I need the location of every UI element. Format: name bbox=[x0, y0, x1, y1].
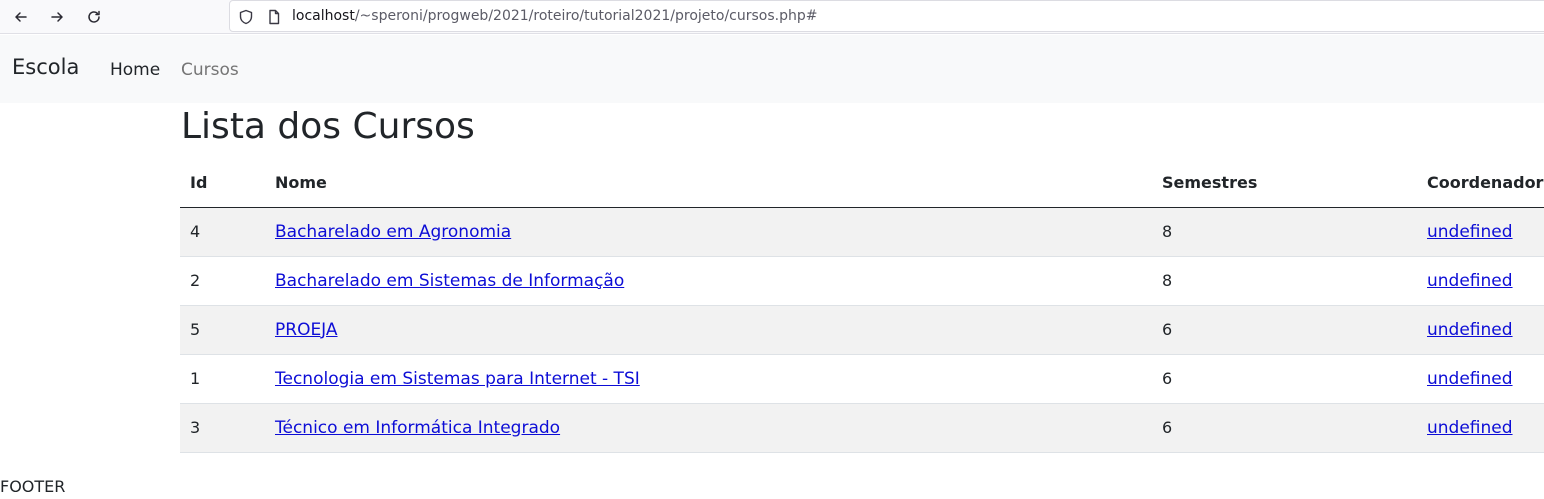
nav-link-home[interactable]: Home bbox=[110, 60, 160, 80]
cell-nome: Tecnologia em Sistemas para Internet - T… bbox=[265, 354, 1152, 404]
cell-coordenador: undefined bbox=[1417, 354, 1544, 404]
coordinator-link[interactable]: undefined bbox=[1427, 418, 1513, 438]
nav-link-cursos[interactable]: Cursos bbox=[181, 60, 239, 80]
url-host: localhost bbox=[292, 8, 355, 24]
cell-id: 2 bbox=[180, 256, 265, 306]
url-path: /~speroni/progweb/2021/roteiro/tutorial2… bbox=[354, 8, 818, 24]
cell-semestres: 6 bbox=[1152, 403, 1417, 453]
address-bar[interactable]: localhost/~speroni/progweb/2021/roteiro/… bbox=[229, 0, 1544, 32]
reload-icon[interactable] bbox=[82, 5, 106, 29]
courses-table: Id Nome Semestres Coordenador 4 Bacharel… bbox=[180, 158, 1544, 453]
browser-toolbar: localhost/~speroni/progweb/2021/roteiro/… bbox=[0, 0, 1544, 34]
table-header-row: Id Nome Semestres Coordenador bbox=[180, 158, 1544, 208]
navbar-brand[interactable]: Escola bbox=[12, 55, 79, 79]
cell-nome: Bacharelado em Sistemas de Informação bbox=[265, 256, 1152, 306]
table-row: 2 Bacharelado em Sistemas de Informação … bbox=[180, 256, 1544, 306]
table-row: 5 PROEJA 6 undefined bbox=[180, 305, 1544, 355]
cell-semestres: 6 bbox=[1152, 354, 1417, 404]
column-header-id: Id bbox=[180, 158, 265, 208]
cell-id: 4 bbox=[180, 207, 265, 257]
column-header-semestres: Semestres bbox=[1152, 158, 1417, 208]
cell-id: 5 bbox=[180, 305, 265, 355]
forward-arrow-icon[interactable] bbox=[45, 5, 69, 29]
cell-semestres: 8 bbox=[1152, 207, 1417, 257]
cell-coordenador: undefined bbox=[1417, 305, 1544, 355]
cell-id: 1 bbox=[180, 354, 265, 404]
cell-nome: Bacharelado em Agronomia bbox=[265, 207, 1152, 257]
page-title: Lista dos Cursos bbox=[181, 106, 475, 147]
coordinator-link[interactable]: undefined bbox=[1427, 222, 1513, 242]
column-header-coordenador: Coordenador bbox=[1417, 158, 1544, 208]
table-row: 4 Bacharelado em Agronomia 8 undefined bbox=[180, 207, 1544, 257]
coordinator-link[interactable]: undefined bbox=[1427, 271, 1513, 291]
table-row: 3 Técnico em Informática Integrado 6 und… bbox=[180, 403, 1544, 453]
page-icon[interactable] bbox=[266, 9, 282, 25]
cell-id: 3 bbox=[180, 403, 265, 453]
navbar: Escola Home Cursos bbox=[0, 35, 1544, 103]
coordinator-link[interactable]: undefined bbox=[1427, 320, 1513, 340]
course-name-link[interactable]: Bacharelado em Agronomia bbox=[275, 222, 511, 242]
cell-coordenador: undefined bbox=[1417, 403, 1544, 453]
cell-coordenador: undefined bbox=[1417, 256, 1544, 306]
course-name-link[interactable]: PROEJA bbox=[275, 320, 338, 340]
cell-nome: Técnico em Informática Integrado bbox=[265, 403, 1152, 453]
shield-icon[interactable] bbox=[238, 9, 254, 25]
url-text: localhost/~speroni/progweb/2021/roteiro/… bbox=[292, 8, 817, 24]
coordinator-link[interactable]: undefined bbox=[1427, 369, 1513, 389]
course-name-link[interactable]: Técnico em Informática Integrado bbox=[275, 418, 560, 438]
table-row: 1 Tecnologia em Sistemas para Internet -… bbox=[180, 354, 1544, 404]
back-arrow-icon[interactable] bbox=[9, 5, 33, 29]
footer: FOOTER bbox=[0, 477, 66, 496]
cell-coordenador: undefined bbox=[1417, 207, 1544, 257]
column-header-nome: Nome bbox=[265, 158, 1152, 208]
course-name-link[interactable]: Bacharelado em Sistemas de Informação bbox=[275, 271, 624, 291]
cell-semestres: 8 bbox=[1152, 256, 1417, 306]
course-name-link[interactable]: Tecnologia em Sistemas para Internet - T… bbox=[275, 369, 640, 389]
cell-semestres: 6 bbox=[1152, 305, 1417, 355]
cell-nome: PROEJA bbox=[265, 305, 1152, 355]
